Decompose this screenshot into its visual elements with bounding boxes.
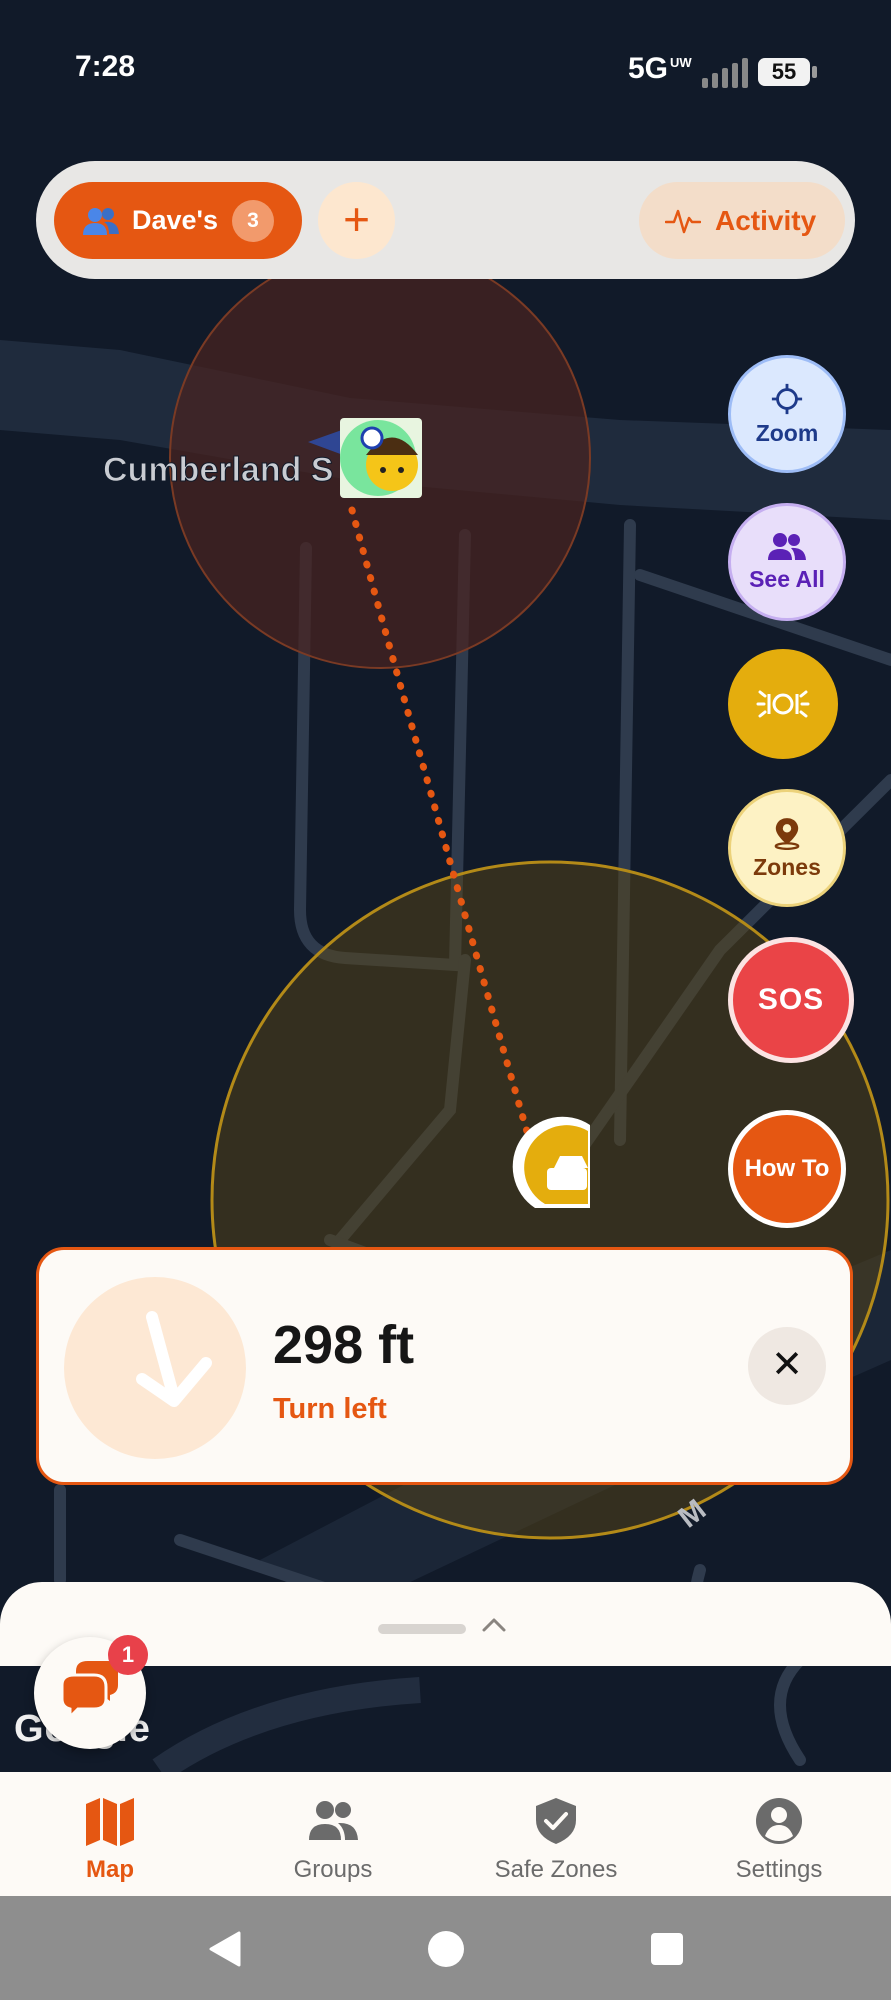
nav-label-map: Map — [86, 1856, 134, 1883]
nav-label-groups: Groups — [293, 1856, 373, 1883]
flashlight-button[interactable] — [728, 649, 838, 759]
activity-pulse-icon — [665, 209, 701, 233]
nav-item-safe-zones[interactable]: Safe Zones — [456, 1796, 656, 1884]
account-icon — [756, 1798, 802, 1844]
nav-item-map[interactable]: Map — [10, 1796, 210, 1884]
location-pin-icon — [774, 817, 800, 850]
shield-check-icon — [536, 1798, 576, 1844]
distance-text: 298 ft — [273, 1315, 415, 1375]
back-icon[interactable] — [205, 1929, 245, 1969]
member-count-badge: 3 — [231, 199, 274, 242]
see-all-button[interactable]: See All — [728, 503, 846, 621]
nav-label-safe-zones: Safe Zones — [494, 1856, 618, 1883]
groups-icon — [309, 1801, 358, 1840]
home-icon[interactable] — [426, 1929, 466, 1969]
recents-icon[interactable] — [649, 1931, 685, 1967]
zones-button[interactable]: Zones — [728, 789, 846, 907]
status-time: 7:28 — [75, 50, 136, 83]
activity-button[interactable]: Activity — [639, 182, 845, 259]
activity-label: Activity — [715, 204, 817, 236]
light-signal-icon — [756, 690, 810, 718]
battery-icon: 55 — [758, 58, 820, 86]
group-icon — [768, 532, 806, 560]
turn-direction-indicator — [64, 1277, 246, 1459]
zones-label: Zones — [753, 853, 821, 880]
add-group-button[interactable]: + — [318, 182, 395, 259]
map-icon — [86, 1798, 134, 1846]
people-icon — [83, 207, 119, 235]
battery-level: 55 — [771, 59, 797, 84]
nav-item-groups[interactable]: Groups — [233, 1796, 433, 1884]
crosshair-icon — [771, 383, 803, 414]
zoom-button[interactable]: Zoom — [728, 355, 846, 473]
group-selector-button[interactable]: Dave's 3 — [54, 182, 302, 259]
signal-icon — [702, 58, 748, 88]
street-label: Cumberland S — [103, 451, 333, 489]
unread-badge: 1 — [108, 1635, 148, 1675]
instruction-text: Turn left — [273, 1393, 387, 1425]
nav-item-settings[interactable]: Settings — [679, 1796, 879, 1884]
group-name: Dave's — [132, 205, 218, 235]
network-sub: UW — [670, 55, 692, 70]
zoom-label: Zoom — [755, 419, 819, 446]
network-indicator: 5G — [628, 52, 669, 85]
how-to-button[interactable]: How To — [728, 1110, 846, 1228]
nav-label-settings: Settings — [735, 1856, 823, 1883]
turn-left-arrow-icon — [136, 1311, 212, 1407]
chevron-up-icon[interactable] — [478, 1614, 510, 1636]
sos-button[interactable]: SOS — [728, 937, 854, 1063]
sheet-drag-handle[interactable] — [378, 1624, 466, 1634]
see-all-label: See All — [749, 565, 825, 592]
close-directions-button[interactable]: ✕ — [748, 1327, 826, 1405]
